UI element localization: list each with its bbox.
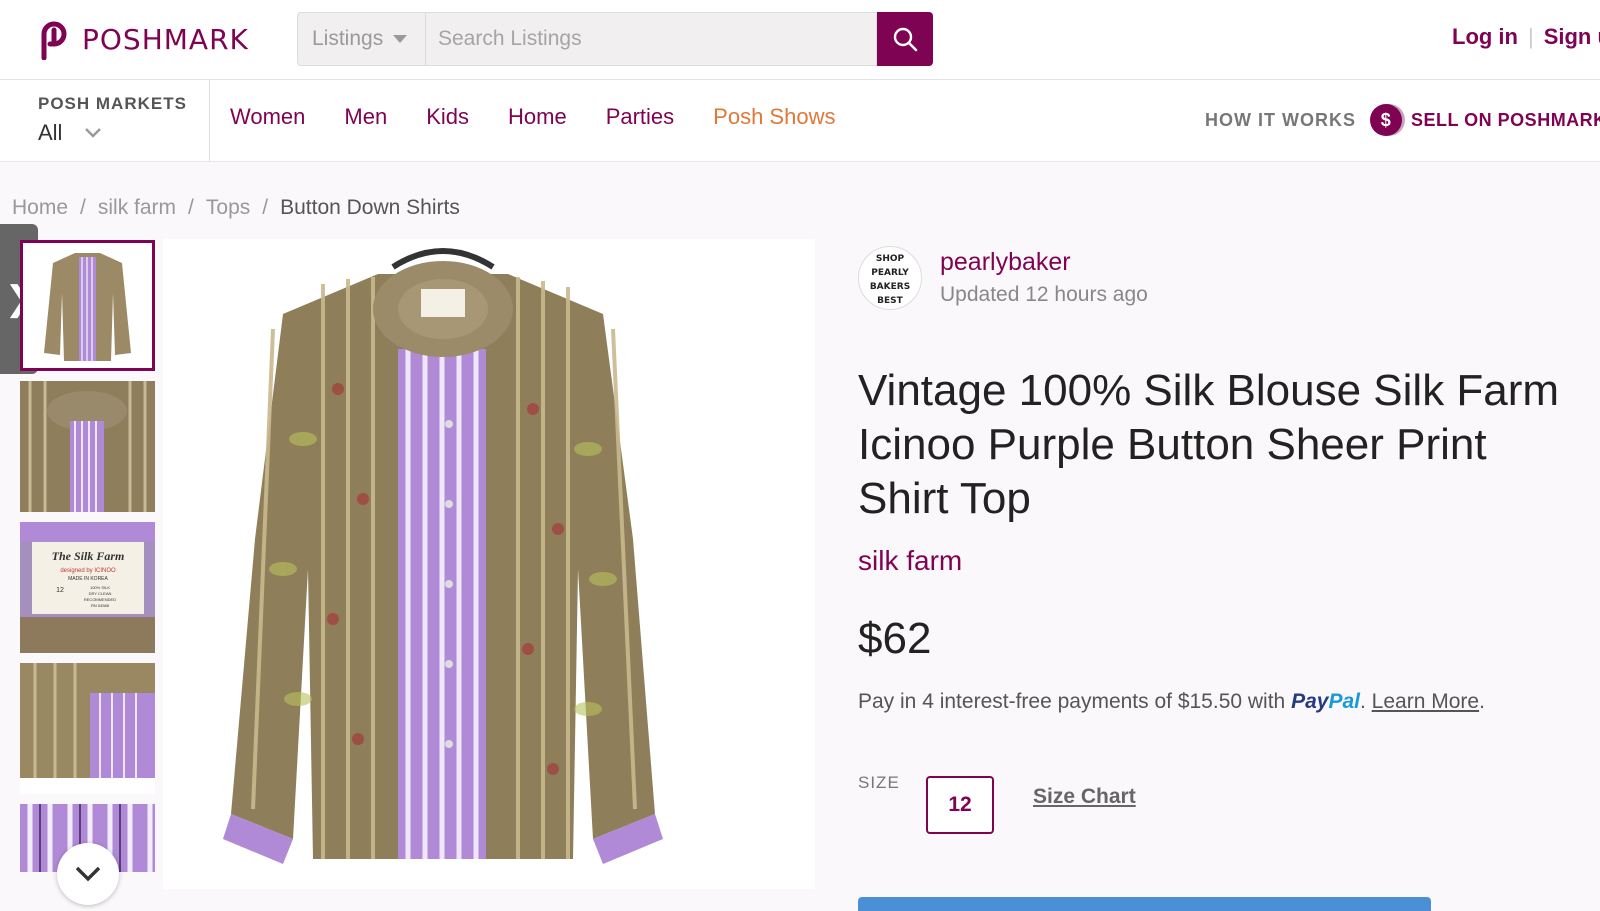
thumbnail-2[interactable] [20, 381, 155, 512]
seller-text: pearlybaker Updated 12 hours ago [940, 246, 1148, 310]
tag-care-3: RECOMMENDED [84, 597, 116, 602]
breadcrumb-separator: / [80, 196, 86, 219]
nav-posh-shows[interactable]: Posh Shows [713, 104, 835, 130]
paypal-end-period: . [1479, 690, 1485, 713]
blouse-tag-image: The Silk Farm designed by ICINOO MADE IN… [20, 522, 155, 653]
how-it-works-link[interactable]: HOW IT WORKS [1205, 110, 1356, 131]
search-category-label: Listings [312, 27, 384, 50]
search-input[interactable] [425, 12, 877, 66]
signup-link[interactable]: Sign up [1544, 24, 1600, 50]
listing-title: Vintage 100% Silk Blouse Silk Farm Icino… [858, 366, 1560, 523]
auth-separator: | [1527, 24, 1534, 49]
breadcrumb-separator: / [262, 196, 269, 219]
search-bar: Listings [297, 12, 933, 66]
nav-home[interactable]: Home [508, 104, 567, 130]
tag-care-1: 100% SILK [90, 585, 110, 590]
posh-markets-selector[interactable]: POSH MARKETS All [0, 80, 210, 162]
breadcrumb-separator: / [188, 196, 194, 219]
seller-info: SHOP PEARLY BAKERS BEST pearlybaker Upda… [858, 246, 1148, 310]
breadcrumb: Home / silk farm / Tops / Button Down Sh… [12, 196, 460, 220]
paypal-installments-text: Pay in 4 interest-free payments of $15.5… [858, 690, 1286, 713]
avatar-line-2: PEARLY [871, 268, 909, 278]
avatar-line-4: BEST [877, 296, 903, 306]
nav-kids[interactable]: Kids [426, 104, 469, 130]
posh-markets-label: POSH MARKETS [38, 94, 187, 113]
size-chart-link[interactable]: Size Chart [1033, 785, 1136, 809]
poshmark-logo[interactable]: POSHMARK [36, 18, 249, 60]
tag-care-4: RN 54588 [91, 603, 110, 608]
dropdown-triangle-icon [393, 35, 408, 43]
breadcrumb-tops[interactable]: Tops [206, 196, 250, 220]
thumbnail-3[interactable]: The Silk Farm designed by ICINOO MADE IN… [20, 522, 155, 653]
search-button[interactable] [877, 12, 933, 66]
breadcrumb-brand[interactable]: silk farm [98, 196, 176, 220]
thumbnail-strip: The Silk Farm designed by ICINOO MADE IN… [20, 240, 156, 882]
tag-brand-text: The Silk Farm [52, 549, 125, 563]
blouse-collar-image [20, 381, 155, 512]
paypal-period: . [1359, 690, 1366, 713]
tag-care-2: DRY CLEAN [89, 591, 112, 596]
nav-men[interactable]: Men [344, 104, 387, 130]
sell-label: SELL ON POSHMARK [1411, 109, 1600, 130]
auth-links: Log in | Sign up [1452, 24, 1600, 50]
listing-brand-link[interactable]: silk farm [858, 545, 962, 577]
size-label: SIZE [858, 773, 900, 792]
chevron-down-icon [75, 866, 101, 882]
blouse-sleeve-image [20, 663, 155, 794]
breadcrumb-home[interactable]: Home [12, 196, 68, 220]
tag-designer-text: designed by ICINOO [60, 568, 116, 574]
main-product-image[interactable] [163, 239, 815, 889]
learn-more-link[interactable]: Learn More [1372, 690, 1479, 713]
tag-size-text: 12 [56, 587, 64, 594]
thumbnails-scroll-down-button[interactable] [57, 843, 119, 905]
search-icon [893, 27, 918, 52]
paypal-logo: PayPal [1291, 690, 1360, 713]
brand-name: POSHMARK [82, 22, 249, 56]
sell-on-poshmark-link[interactable]: $ SELL ON POSHMARK [1370, 104, 1600, 136]
nav-parties[interactable]: Parties [606, 104, 674, 130]
posh-markets-value: All [38, 120, 209, 146]
top-header: POSHMARK Listings Log in | Sign up [0, 0, 1600, 80]
main-nav: POSH MARKETS All Women Men Kids Home Par… [0, 80, 1600, 162]
seller-avatar[interactable]: SHOP PEARLY BAKERS BEST [858, 246, 922, 310]
markets-value-text: All [38, 120, 63, 145]
buy-now-button[interactable] [858, 897, 1431, 911]
nav-women[interactable]: Women [230, 104, 305, 130]
thumbnail-1[interactable] [20, 240, 155, 371]
listing-updated-time: Updated 12 hours ago [940, 283, 1148, 306]
blouse-thumbnail-image [23, 243, 152, 368]
blouse-photo [163, 239, 815, 889]
dollar-coin-icon: $ [1370, 104, 1402, 136]
listing-price: $62 [858, 614, 932, 663]
seller-username[interactable]: pearlybaker [940, 248, 1148, 277]
breadcrumb-current: Button Down Shirts [280, 196, 460, 219]
seller-avatar-image: SHOP PEARLY BAKERS BEST [870, 254, 910, 306]
avatar-line-1: SHOP [876, 254, 905, 264]
category-links: Women Men Kids Home Parties Posh Shows [230, 104, 835, 130]
size-option-12[interactable]: 12 [926, 776, 994, 834]
paypal-logo-pay: Pay [1291, 690, 1329, 713]
poshmark-logo-icon [41, 21, 67, 60]
paypal-installments: Pay in 4 interest-free payments of $15.5… [858, 690, 1485, 714]
search-category-select[interactable]: Listings [297, 12, 425, 66]
login-link[interactable]: Log in [1452, 24, 1518, 50]
thumbnail-4[interactable] [20, 663, 155, 794]
paypal-logo-pal: Pal [1328, 690, 1360, 713]
chevron-down-icon [85, 128, 102, 138]
avatar-line-3: BAKERS [870, 282, 910, 292]
tag-origin-text: MADE IN KOREA [68, 576, 108, 582]
